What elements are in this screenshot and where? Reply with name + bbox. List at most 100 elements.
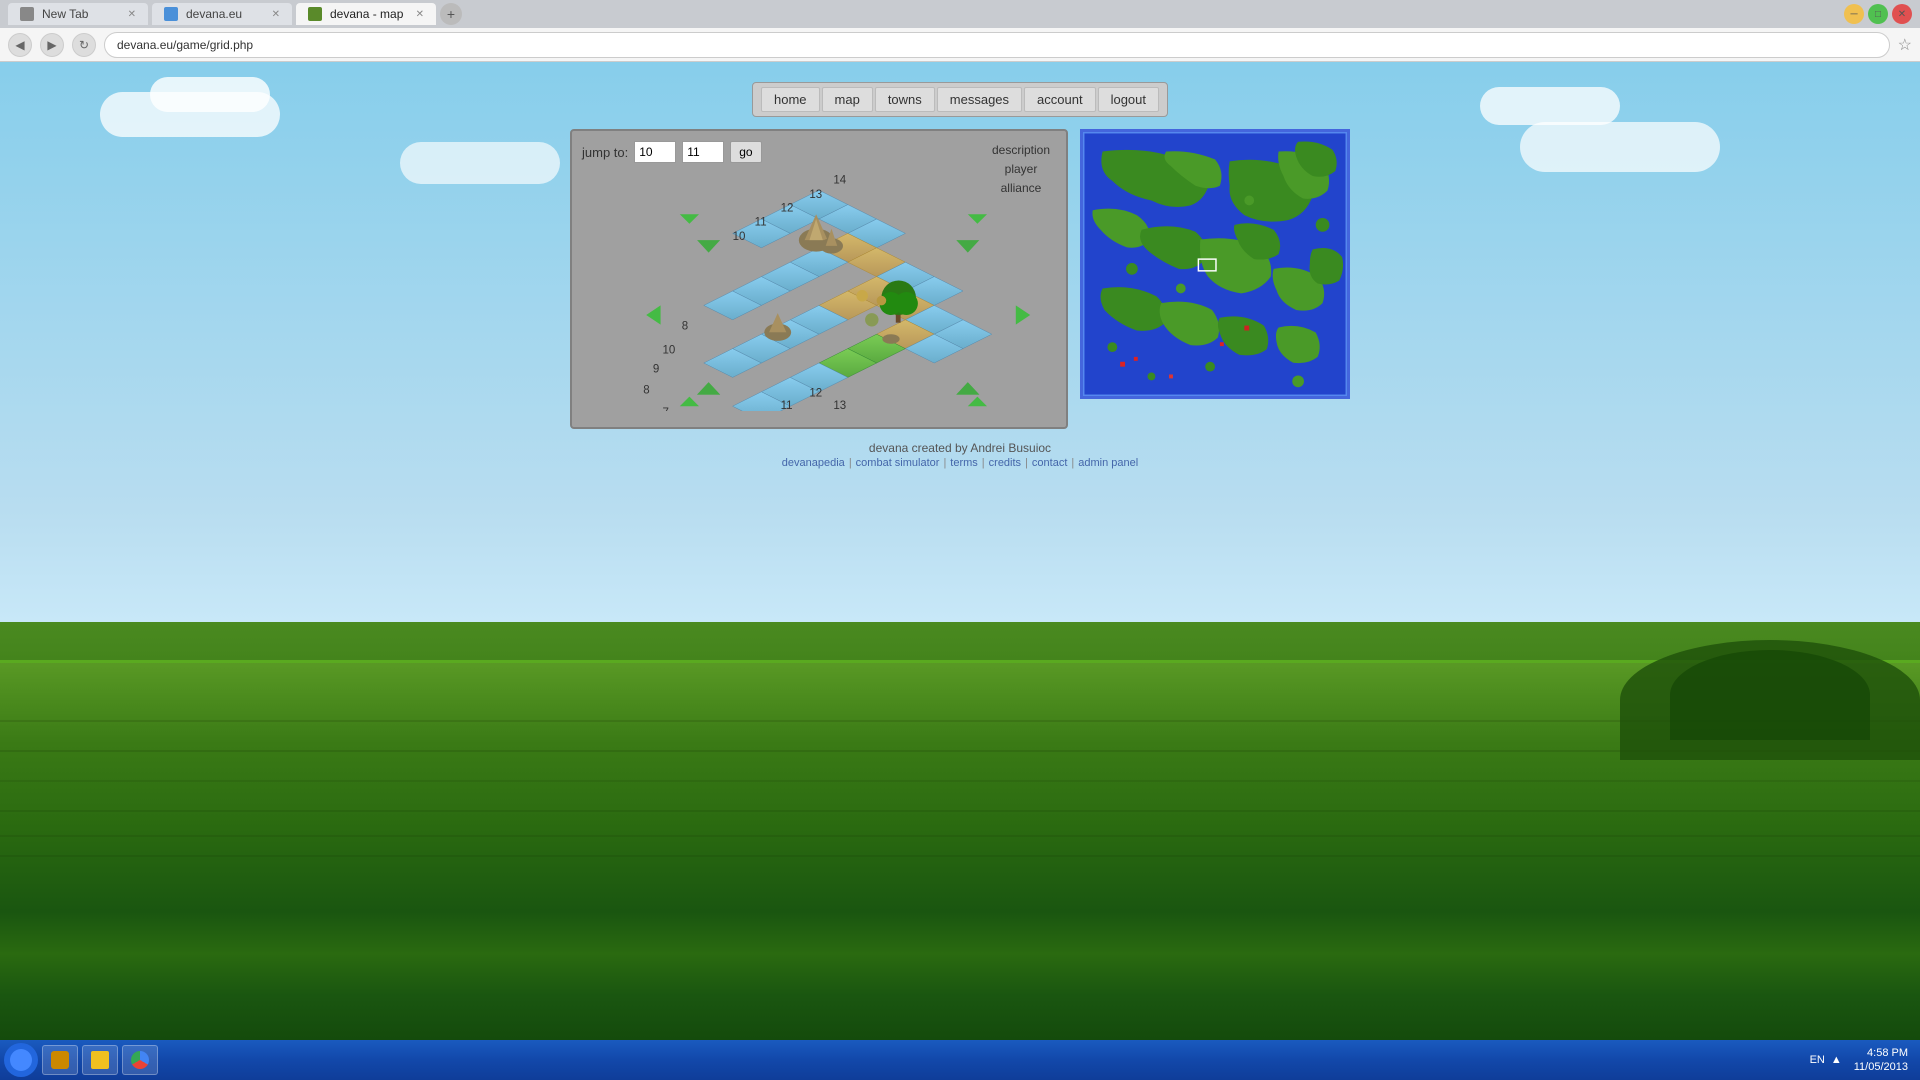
browser-chrome: New Tab ✕ devana.eu ✕ devana - map ✕ + ─…: [0, 0, 1920, 62]
footer-link-admin[interactable]: admin panel: [1078, 457, 1138, 469]
nav-arrow-top-right: [968, 214, 987, 224]
jump-y-input[interactable]: [682, 141, 724, 163]
nav-arrow-bottom-left: [680, 397, 699, 407]
taskbar-app-chrome[interactable]: [122, 1045, 158, 1075]
footer-link-devanapedia[interactable]: devanapedia: [782, 457, 845, 469]
nav-arrow-bottom-right: [968, 397, 987, 407]
title-bar: New Tab ✕ devana.eu ✕ devana - map ✕ + ─…: [0, 0, 1920, 28]
coord-10b: 10: [733, 231, 746, 243]
nav-arrow-left: [646, 305, 660, 324]
coord-10a: 10: [663, 344, 676, 356]
refresh-button[interactable]: ↻: [72, 33, 96, 57]
info-description: description: [992, 141, 1050, 160]
clock-time: 4:58 PM: [1854, 1046, 1908, 1060]
grass-top: [0, 660, 1920, 663]
cloud-2: [150, 77, 270, 112]
field-row-4: [0, 810, 1920, 812]
rock-group-1: [764, 313, 791, 341]
game-footer: devana created by Andrei Busuioc devanap…: [782, 441, 1138, 469]
minimize-button[interactable]: ─: [1844, 4, 1864, 24]
nav-account[interactable]: account: [1024, 87, 1096, 112]
coord-12b: 12: [809, 388, 822, 400]
game-content: home map towns messages account logout j…: [570, 82, 1350, 469]
tab-map-icon: [308, 7, 322, 21]
nav-messages[interactable]: messages: [937, 87, 1022, 112]
nav-arrow-top-left: [680, 214, 699, 224]
taskbar-app-folder[interactable]: [82, 1045, 118, 1075]
footer-link-contact[interactable]: contact: [1032, 457, 1067, 469]
arrow-left-up[interactable]: [697, 240, 720, 252]
field-row-5: [0, 835, 1920, 837]
grass-field: [0, 660, 1920, 1080]
maximize-button[interactable]: □: [1868, 4, 1888, 24]
minimap-panel[interactable]: [1080, 129, 1350, 399]
back-button[interactable]: ◀: [8, 33, 32, 57]
tab-newtab-close[interactable]: ✕: [128, 9, 136, 20]
jump-to-label: jump to:: [582, 145, 628, 160]
new-tab-button[interactable]: +: [440, 3, 462, 25]
footer-sep-4: |: [1025, 457, 1028, 469]
grid-panel: jump to: go description player alliance: [570, 129, 1068, 429]
nav-logout[interactable]: logout: [1098, 87, 1159, 112]
coord-13b: 13: [833, 400, 846, 411]
coord-8a: 8: [643, 385, 649, 397]
tab-map-close[interactable]: ✕: [416, 9, 424, 20]
iso-grid-container: 7 8 9 10 8 14 13 12 11 10 11 12: [582, 171, 1056, 411]
clock: 4:58 PM 11/05/2013: [1854, 1046, 1908, 1075]
footer-link-credits[interactable]: credits: [989, 457, 1021, 469]
nav-map[interactable]: map: [822, 87, 873, 112]
nav-bar: home map towns messages account logout: [752, 82, 1168, 117]
footer-link-terms[interactable]: terms: [950, 457, 978, 469]
nav-home[interactable]: home: [761, 87, 820, 112]
footer-sep-5: |: [1071, 457, 1074, 469]
footer-credit: devana created by Andrei Busuioc: [782, 441, 1138, 455]
folder-icon: [91, 1051, 109, 1069]
jump-x-input[interactable]: [634, 141, 676, 163]
arrow-right-down[interactable]: [956, 382, 979, 394]
footer-sep-1: |: [849, 457, 852, 469]
chrome-icon: [131, 1051, 149, 1069]
sys-tray: EN ▲: [1810, 1054, 1842, 1066]
tab-devana[interactable]: devana.eu ✕: [152, 3, 292, 25]
field-row-6: [0, 855, 1920, 857]
lang-indicator: EN: [1810, 1054, 1825, 1066]
coord-11b: 11: [781, 400, 793, 411]
arrow-left-down[interactable]: [697, 382, 720, 394]
footer-sep-2: |: [943, 457, 946, 469]
coord-14: 14: [833, 174, 846, 186]
coord-8b: 8: [682, 320, 688, 332]
go-button[interactable]: go: [730, 141, 761, 163]
bookmark-star[interactable]: ☆: [1898, 35, 1912, 55]
taskbar-app-1[interactable]: [42, 1045, 78, 1075]
nav-towns[interactable]: towns: [875, 87, 935, 112]
tab-newtab[interactable]: New Tab ✕: [8, 3, 148, 25]
clock-date: 11/05/2013: [1854, 1060, 1908, 1074]
coord-9: 9: [653, 364, 659, 376]
footer-sep-3: |: [982, 457, 985, 469]
tab-devana-icon: [164, 7, 178, 21]
url-field[interactable]: devana.eu/game/grid.php: [104, 32, 1890, 58]
forward-button[interactable]: ▶: [40, 33, 64, 57]
url-text: devana.eu/game/grid.php: [117, 38, 253, 52]
start-button[interactable]: [4, 1043, 38, 1077]
window-controls: ─ □ ✕: [1844, 4, 1912, 24]
tab-devana-close[interactable]: ✕: [272, 9, 280, 20]
panels-row: jump to: go description player alliance: [570, 129, 1350, 429]
coord-7: 7: [663, 407, 669, 411]
tab-map[interactable]: devana - map ✕: [296, 3, 436, 25]
trees-right-2: [1670, 650, 1870, 740]
coord-13a: 13: [809, 189, 822, 201]
close-button[interactable]: ✕: [1892, 4, 1912, 24]
cloud-4: [1480, 87, 1620, 125]
arrow-right-up[interactable]: [956, 240, 979, 252]
nav-arrow-right: [1016, 305, 1030, 324]
taskbar: EN ▲ 4:58 PM 11/05/2013: [0, 1040, 1920, 1080]
start-icon: [10, 1049, 32, 1071]
taskbar-icon-1: [51, 1051, 69, 1069]
iso-grid-svg: 7 8 9 10 8 14 13 12 11 10 11 12: [582, 171, 1056, 411]
tab-map-label: devana - map: [330, 7, 403, 21]
minimap-svg: [1083, 132, 1347, 396]
coord-12: 12: [781, 202, 794, 214]
tray-arrow: ▲: [1831, 1054, 1842, 1066]
footer-link-combat[interactable]: combat simulator: [856, 457, 940, 469]
